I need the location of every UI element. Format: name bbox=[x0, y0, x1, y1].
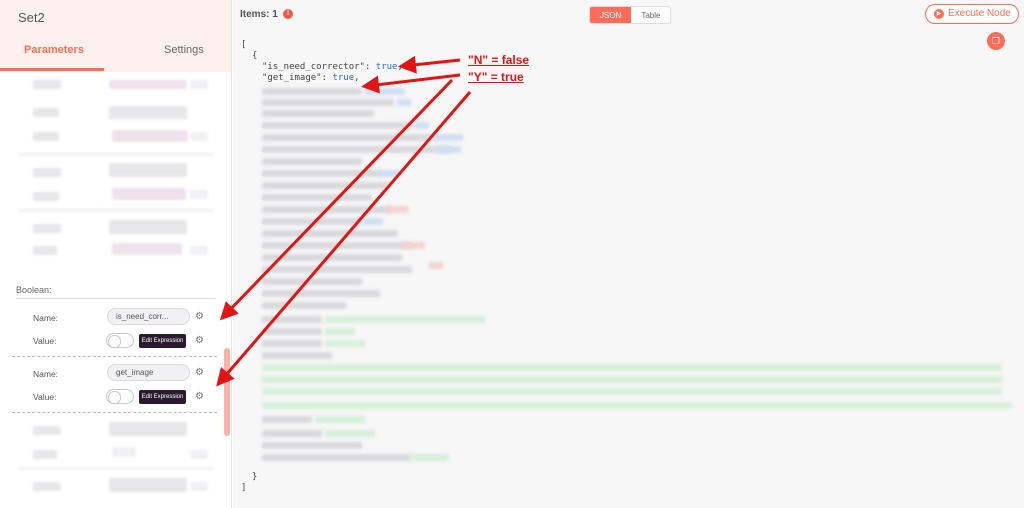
field-separator bbox=[12, 412, 217, 413]
view-json-button[interactable]: JSON bbox=[590, 7, 632, 23]
value-label: Value: bbox=[33, 336, 57, 346]
name-input[interactable]: get_image bbox=[107, 364, 190, 381]
parameters-panel: Set2 Parameters Settings Boolean: Name: … bbox=[0, 0, 232, 508]
json-open-brace: { bbox=[252, 51, 258, 61]
output-panel: Items: 1 ! JSON Table ▶ Execute Node ❐ [… bbox=[233, 0, 1024, 508]
node-title[interactable]: Set2 bbox=[18, 10, 45, 25]
json-key: "get_image" bbox=[262, 73, 322, 83]
scrollbar-thumb[interactable] bbox=[224, 348, 230, 436]
json-bool-value: true bbox=[332, 73, 355, 83]
json-close-brace: } bbox=[252, 472, 258, 482]
section-divider bbox=[16, 298, 216, 299]
name-label: Name: bbox=[33, 369, 59, 379]
items-count: Items: 1 bbox=[240, 9, 278, 20]
json-key: "is_need_corrector" bbox=[262, 62, 365, 72]
name-input[interactable]: is_need_corr... bbox=[107, 308, 190, 325]
edit-expression-button[interactable]: Edit Expression bbox=[139, 390, 186, 404]
value-label: Value: bbox=[33, 392, 57, 402]
gears-icon[interactable]: ⚙ bbox=[195, 312, 204, 322]
gears-icon[interactable]: ⚙ bbox=[195, 368, 204, 378]
panel-header: Set2 Parameters Settings bbox=[0, 0, 231, 72]
view-table-button[interactable]: Table bbox=[631, 7, 670, 23]
gears-icon[interactable]: ⚙ bbox=[195, 392, 204, 402]
execute-node-button[interactable]: ▶ Execute Node bbox=[925, 4, 1019, 24]
boolean-toggle[interactable] bbox=[106, 333, 134, 348]
json-line-get-image: "get_image": true, bbox=[262, 73, 360, 83]
gears-icon[interactable]: ⚙ bbox=[195, 336, 204, 346]
info-icon[interactable]: ! bbox=[283, 9, 293, 19]
json-bool-value: true bbox=[375, 62, 398, 72]
play-circle-icon: ▶ bbox=[934, 9, 944, 19]
name-label: Name: bbox=[33, 313, 59, 323]
json-close-bracket: ] bbox=[241, 483, 247, 493]
tab-settings[interactable]: Settings bbox=[164, 44, 204, 56]
copy-icon[interactable]: ❐ bbox=[987, 32, 1005, 50]
boolean-section-label: Boolean: bbox=[16, 285, 52, 295]
json-line-is-need-corrector: "is_need_corrector": true, bbox=[262, 62, 403, 72]
tab-parameters[interactable]: Parameters bbox=[24, 44, 84, 56]
json-open-bracket: [ bbox=[241, 40, 247, 50]
field-separator bbox=[12, 356, 217, 357]
execute-node-label: Execute Node bbox=[948, 8, 1011, 19]
view-mode-toggle: JSON Table bbox=[589, 6, 672, 24]
active-tab-indicator bbox=[0, 68, 104, 71]
edit-expression-button[interactable]: Edit Expression bbox=[139, 334, 186, 348]
boolean-toggle[interactable] bbox=[106, 389, 134, 404]
